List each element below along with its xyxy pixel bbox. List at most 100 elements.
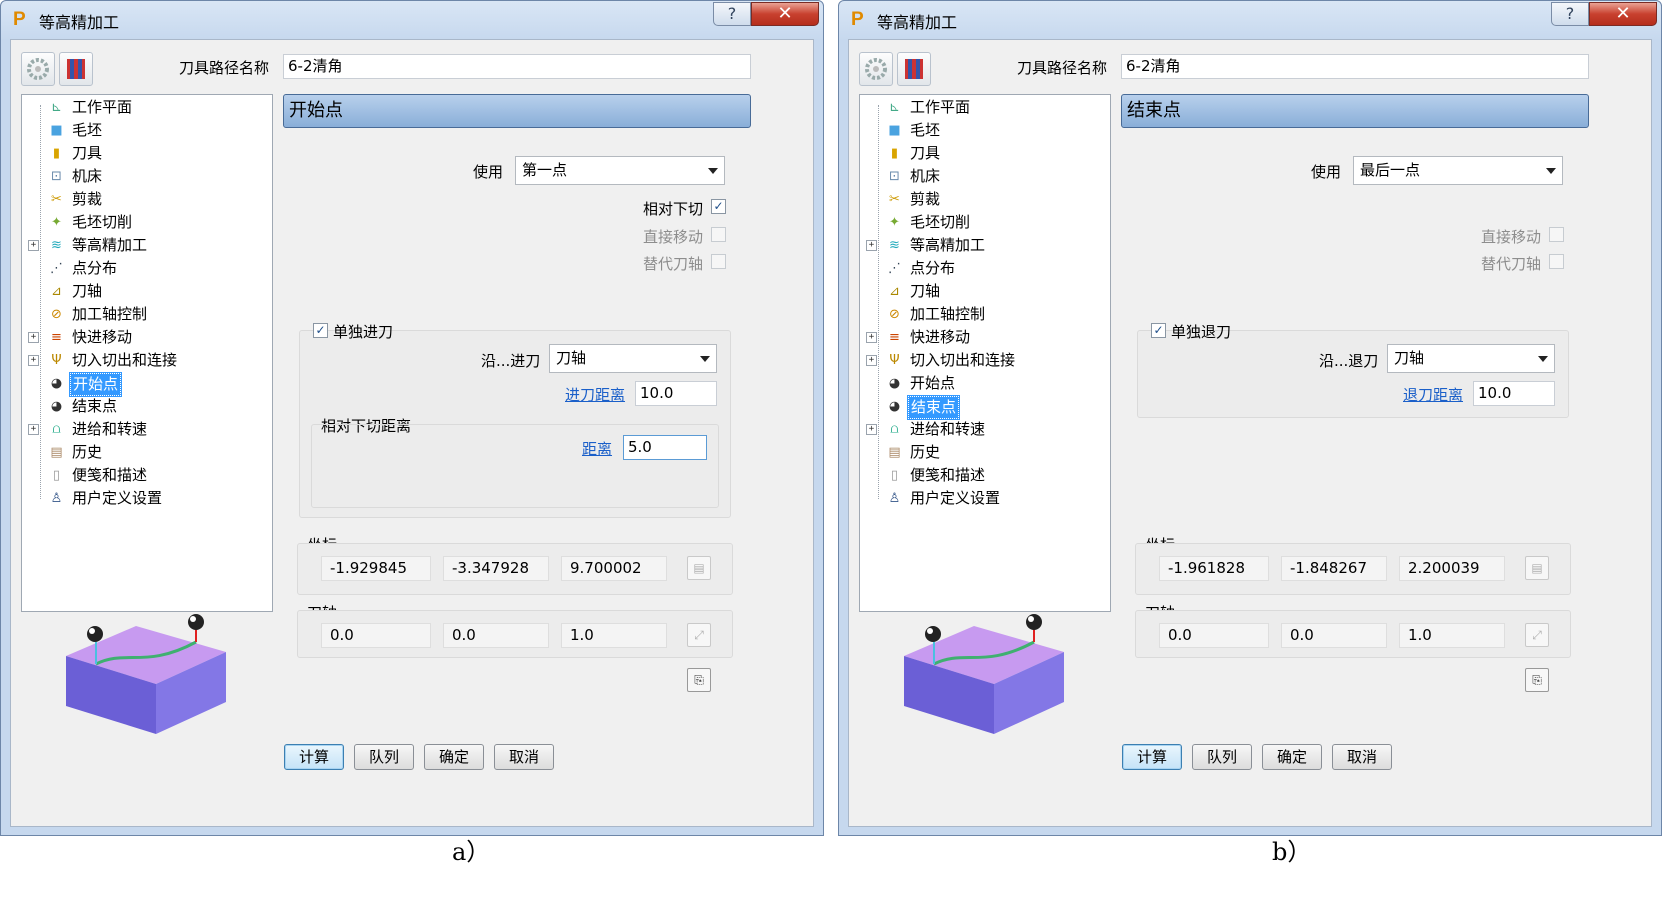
expand-icon[interactable]: + <box>866 424 877 435</box>
user-settings-icon: ♙ <box>50 491 63 506</box>
tree-item-label: 加工轴控制 <box>72 305 148 323</box>
expand-icon[interactable]: + <box>866 332 877 343</box>
distance-link[interactable]: 距离 <box>582 438 612 459</box>
toolpath-name-input[interactable]: 6-2清角 <box>283 54 751 79</box>
strategy-tree[interactable]: ⊾ 工作平面 ■ 毛坯 ▮ 刀具 ⊡ 机床 ✂ 剪裁 ✦ 毛坯切削 + ≋ 等高精加工 ⋰ 点分布… <box>859 94 1111 612</box>
tool-axis-k-field[interactable]: 1.0 <box>561 623 667 648</box>
coordinates-edit-icon[interactable]: ▤ <box>687 556 711 580</box>
separate-move-checkbox[interactable]: ✓ <box>313 323 328 338</box>
coord-x-field[interactable]: -1.961828 <box>1159 556 1269 581</box>
along-label: 沿...退刀 <box>1319 352 1379 370</box>
coord-x-field[interactable]: -1.929845 <box>321 556 431 581</box>
use-select[interactable]: 第一点 <box>515 156 725 185</box>
tree-item-label: 毛坯切削 <box>72 213 133 231</box>
calculate-button[interactable]: 计算 <box>284 744 344 770</box>
tree-item-label: 毛坯 <box>72 121 103 139</box>
close-button[interactable]: ✕ <box>1589 2 1657 26</box>
dialog-client: 刀具路径名称 6-2清角 ⊾ 工作平面 ■ 毛坯 ▮ 刀具 ⊡ 机床 ✂ 剪裁 ✦ 毛坯切削… <box>848 39 1652 827</box>
axis-control-icon: ⊘ <box>889 307 900 322</box>
move-distance-link[interactable]: 进刀距离 <box>565 384 625 405</box>
tool-icon: ▮ <box>52 146 61 161</box>
move-distance-input[interactable]: 10.0 <box>635 381 717 406</box>
workplane-icon: ⊾ <box>51 100 62 115</box>
expand-icon[interactable]: + <box>28 424 39 435</box>
cancel-button[interactable]: 取消 <box>1332 744 1392 770</box>
tree-item-label: 点分布 <box>72 259 118 277</box>
toolpath-preview-image <box>904 614 1064 734</box>
tool-axis-j-field[interactable]: 0.0 <box>1281 623 1387 648</box>
alt-tool-axis-label: 替代刀轴 <box>1481 255 1542 273</box>
separate-move-checkbox[interactable]: ✓ <box>1151 323 1166 338</box>
tree-item-label: 刀具 <box>910 144 941 162</box>
dialog-window: P 等高精加工 ? ✕ 刀具路径名称 6-2清角 ⊾ 工作平面 ■ 毛坯 ▮ 刀具 ⊡… <box>0 0 824 836</box>
relative-plunge-checkbox[interactable]: ✓ <box>711 199 726 214</box>
coord-z-field[interactable]: 9.700002 <box>561 556 667 581</box>
leads-links-icon: Ψ <box>51 353 62 368</box>
toolpath-editor-button[interactable] <box>897 52 931 86</box>
rapid-move-icon: ≡ <box>889 330 900 345</box>
point-distribution-icon: ⋰ <box>50 261 63 276</box>
toolpath-name-label: 刀具路径名称 <box>1017 59 1108 77</box>
coord-y-field[interactable]: -1.848267 <box>1281 556 1387 581</box>
coord-y-field[interactable]: -3.347928 <box>443 556 549 581</box>
direct-move-checkbox[interactable] <box>1549 227 1564 242</box>
tree-item-label: 历史 <box>910 443 941 461</box>
queue-button[interactable]: 队列 <box>354 744 414 770</box>
tool-axis-i-field[interactable]: 0.0 <box>1159 623 1269 648</box>
title-bar[interactable]: P 等高精加工 ? ✕ <box>839 1 1661 39</box>
use-select[interactable]: 最后一点 <box>1353 156 1563 185</box>
strategy-selector-button[interactable] <box>859 52 893 86</box>
app-logo-icon: P <box>851 9 864 30</box>
tool-axis-j-field[interactable]: 0.0 <box>443 623 549 648</box>
distance-input[interactable]: 5.0 <box>623 435 707 460</box>
section-header: 结束点 <box>1121 94 1589 128</box>
coord-z-field[interactable]: 2.200039 <box>1399 556 1505 581</box>
use-select-value: 第一点 <box>522 161 568 179</box>
ok-button[interactable]: 确定 <box>424 744 484 770</box>
gear-icon <box>27 58 49 80</box>
copy-toolpath-icon[interactable]: ⎘ <box>687 668 711 692</box>
tool-axis-i-field[interactable]: 0.0 <box>321 623 431 648</box>
end-point-icon: ◕ <box>888 399 901 414</box>
expand-icon[interactable]: + <box>28 332 39 343</box>
toolpath-editor-button[interactable] <box>59 52 93 86</box>
gear-icon <box>865 58 887 80</box>
block-icon: ■ <box>888 123 901 138</box>
expand-icon[interactable]: + <box>866 240 877 251</box>
dialog-client: 刀具路径名称 6-2清角 ⊾ 工作平面 ■ 毛坯 ▮ 刀具 ⊡ 机床 ✂ 剪裁 ✦ 毛坯切削… <box>10 39 814 827</box>
along-select-value: 刀轴 <box>1394 349 1425 367</box>
move-distance-input[interactable]: 10.0 <box>1473 381 1555 406</box>
expand-icon[interactable]: + <box>866 355 877 366</box>
tool-axis-edit-icon[interactable]: ⤢ <box>1525 623 1549 647</box>
toolpath-icon <box>905 59 923 79</box>
machine-icon: ⊡ <box>889 169 900 184</box>
caption-b: b） <box>1272 838 1312 866</box>
along-select[interactable]: 刀轴 <box>549 344 717 373</box>
tool-axis-k-field[interactable]: 1.0 <box>1399 623 1505 648</box>
coordinates-edit-icon[interactable]: ▤ <box>1525 556 1549 580</box>
block-icon: ■ <box>50 123 63 138</box>
move-distance-link[interactable]: 退刀距离 <box>1403 384 1463 405</box>
alt-tool-axis-checkbox[interactable] <box>711 254 726 269</box>
help-button[interactable]: ? <box>1551 2 1589 26</box>
help-button[interactable]: ? <box>713 2 751 26</box>
tree-item-label: 工作平面 <box>910 98 971 116</box>
along-select[interactable]: 刀轴 <box>1387 344 1555 373</box>
cancel-button[interactable]: 取消 <box>494 744 554 770</box>
queue-button[interactable]: 队列 <box>1192 744 1252 770</box>
copy-toolpath-icon[interactable]: ⎘ <box>1525 668 1549 692</box>
ok-button[interactable]: 确定 <box>1262 744 1322 770</box>
title-bar[interactable]: P 等高精加工 ? ✕ <box>1 1 823 39</box>
expand-icon[interactable]: + <box>28 240 39 251</box>
close-button[interactable]: ✕ <box>751 2 819 26</box>
toolpath-name-input[interactable]: 6-2清角 <box>1121 54 1589 79</box>
strategy-selector-button[interactable] <box>21 52 55 86</box>
tree-item-label: 切入切出和连接 <box>910 351 1016 369</box>
calculate-button[interactable]: 计算 <box>1122 744 1182 770</box>
direct-move-checkbox[interactable] <box>711 227 726 242</box>
strategy-tree[interactable]: ⊾ 工作平面 ■ 毛坯 ▮ 刀具 ⊡ 机床 ✂ 剪裁 ✦ 毛坯切削 + ≋ 等高精加工 ⋰ 点分布… <box>21 94 273 612</box>
alt-tool-axis-checkbox[interactable] <box>1549 254 1564 269</box>
tool-axis-edit-icon[interactable]: ⤢ <box>687 623 711 647</box>
expand-icon[interactable]: + <box>28 355 39 366</box>
tree-item-label: 用户定义设置 <box>910 489 1001 507</box>
